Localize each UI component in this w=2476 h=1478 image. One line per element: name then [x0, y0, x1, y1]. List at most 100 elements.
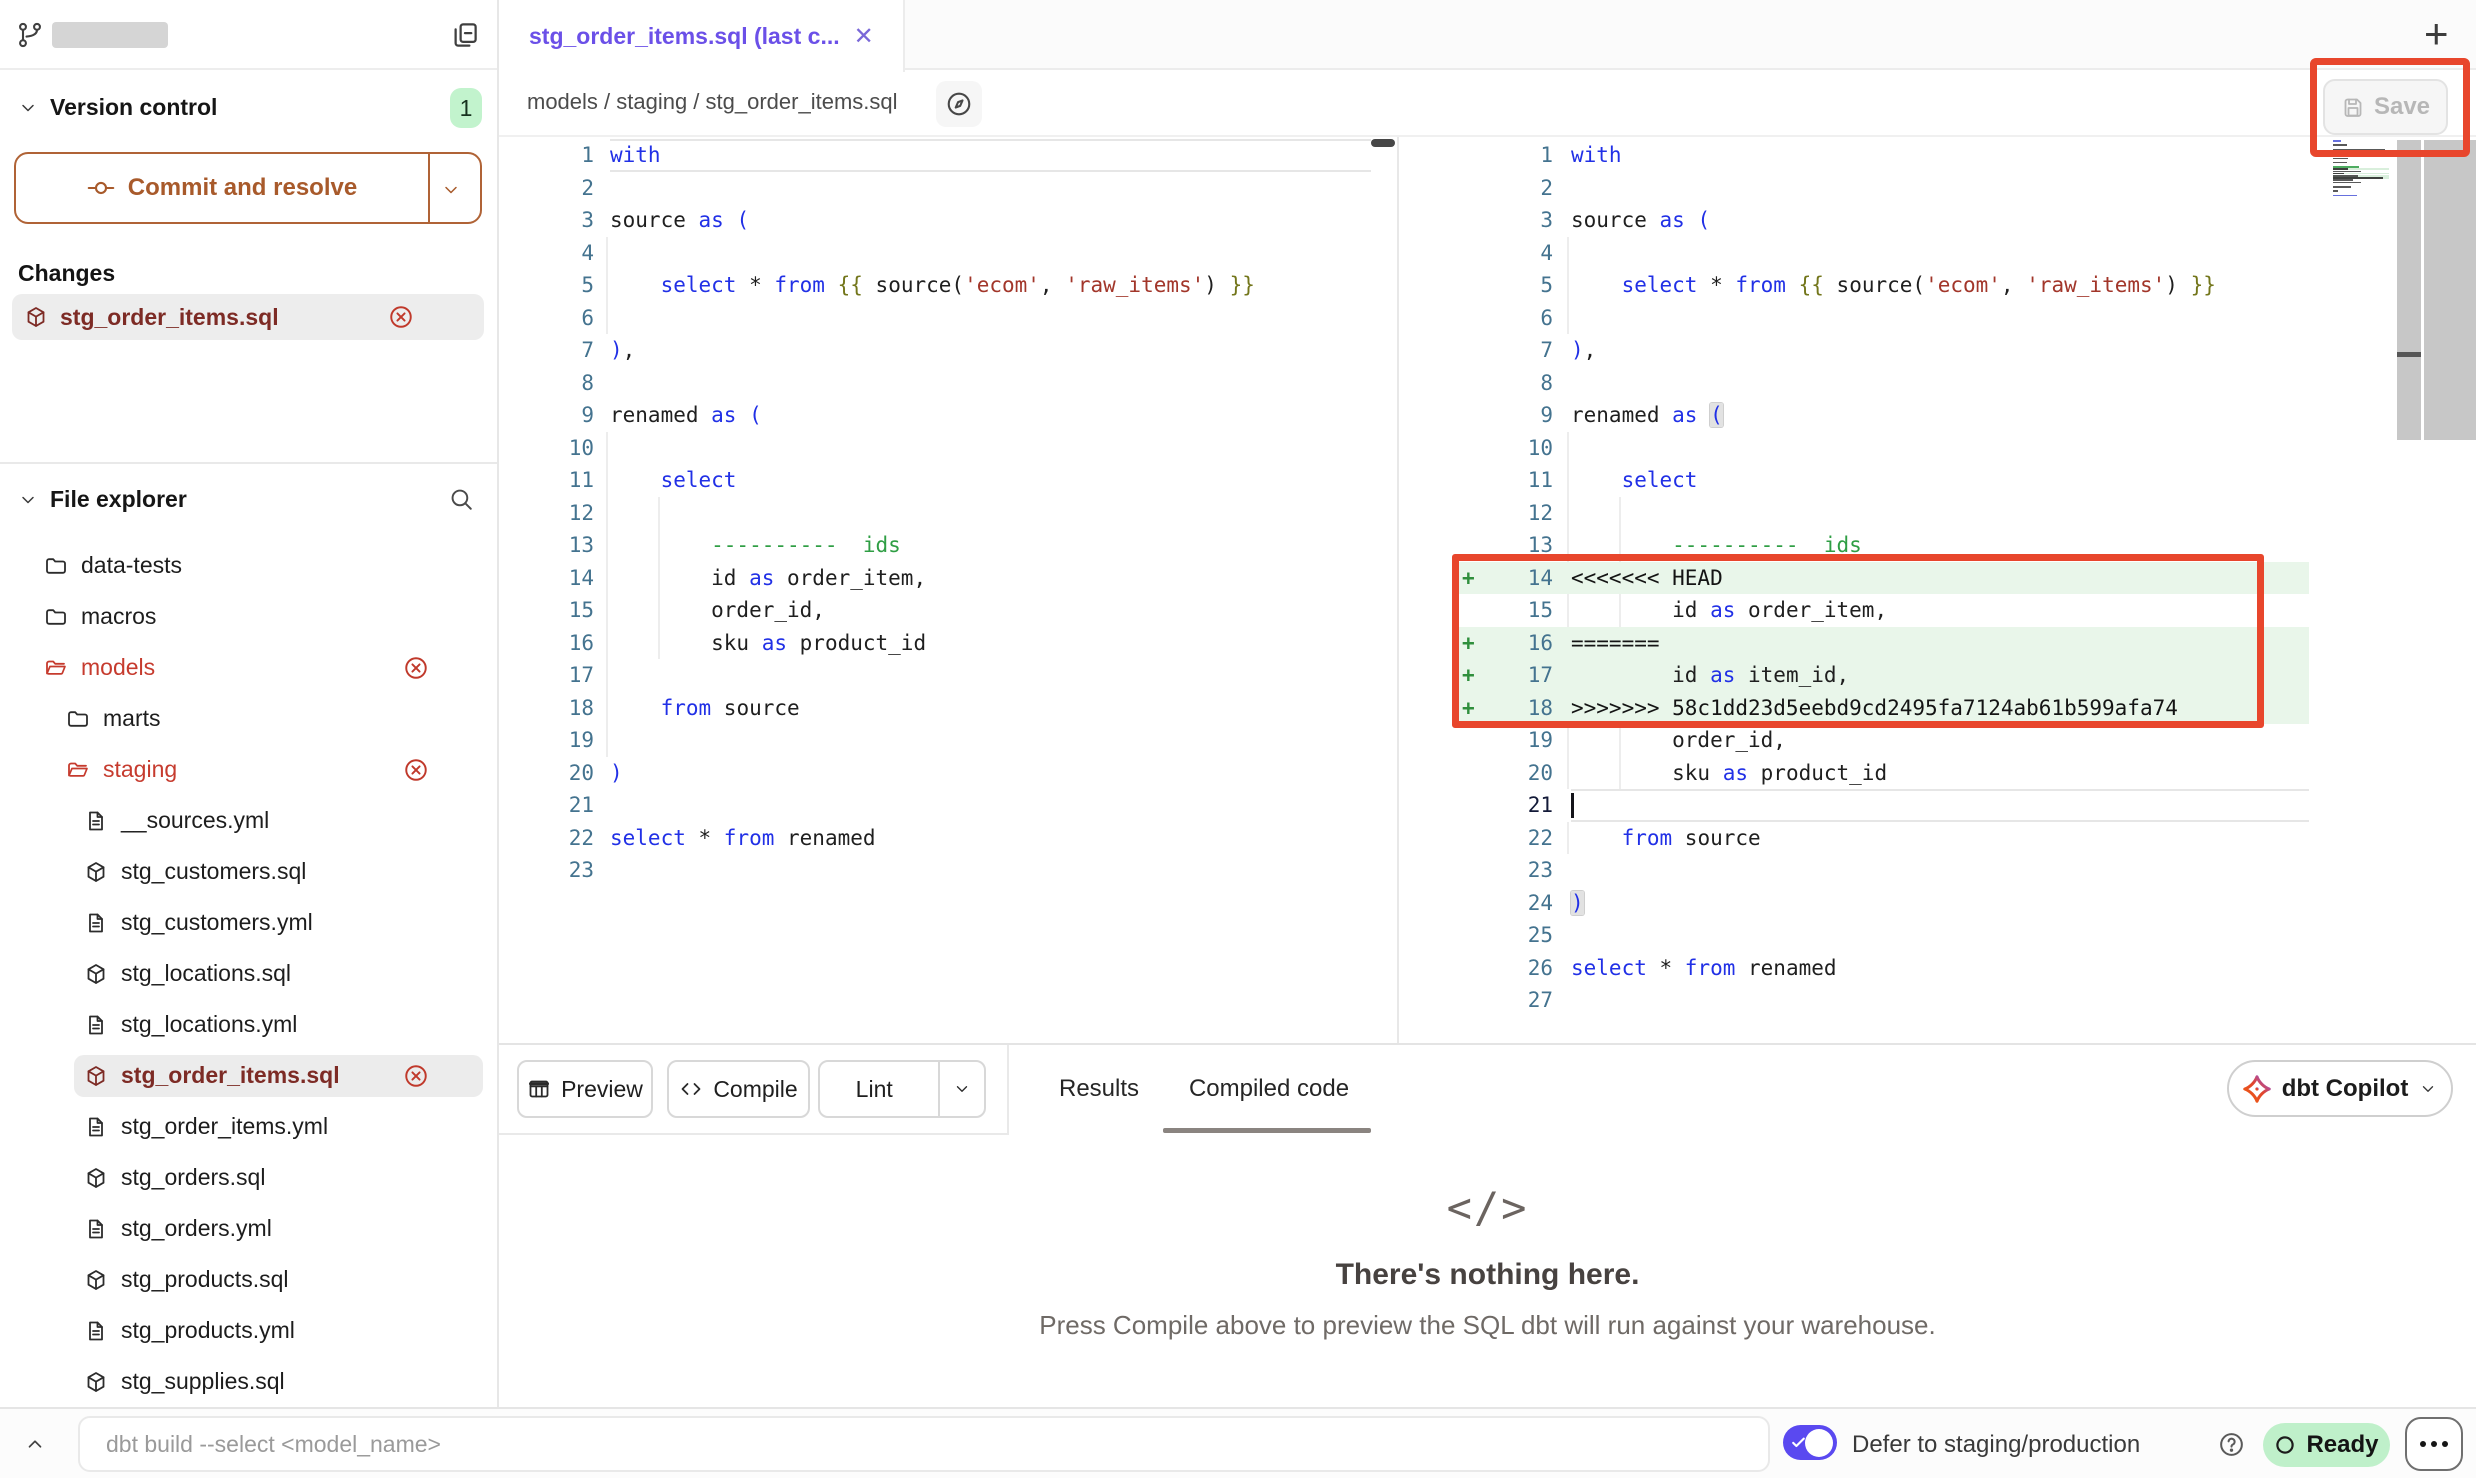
- code-text[interactable]: [610, 302, 1371, 335]
- code-text[interactable]: renamed as (: [1571, 399, 2309, 432]
- code-text[interactable]: sku as product_id: [610, 627, 1371, 660]
- defer-toggle[interactable]: [1783, 1425, 1837, 1460]
- preview-button[interactable]: Preview: [517, 1060, 653, 1118]
- help-icon[interactable]: [2218, 1431, 2245, 1458]
- command-input[interactable]: [78, 1416, 1770, 1472]
- code-line-4[interactable]: 4: [499, 237, 1371, 270]
- code-line-15[interactable]: 15 id as order_item,: [1455, 594, 2309, 627]
- editor-pane-last-commit[interactable]: 1with23source as (45 select * from {{ so…: [499, 139, 1371, 887]
- code-line-20[interactable]: 20): [499, 757, 1371, 790]
- code-text[interactable]: [1571, 854, 2309, 887]
- code-text[interactable]: ): [1571, 887, 2309, 920]
- code-line-19[interactable]: 19: [499, 724, 1371, 757]
- file-item-stg-orders-sql[interactable]: stg_orders.sql: [0, 1152, 497, 1203]
- code-line-4[interactable]: 4: [1455, 237, 2309, 270]
- lint-dropdown-chevron-icon[interactable]: [938, 1062, 984, 1116]
- lint-label[interactable]: Lint: [820, 1076, 928, 1103]
- file-item-stg-customers-yml[interactable]: stg_customers.yml: [0, 897, 497, 948]
- code-text[interactable]: from source: [1571, 822, 2309, 855]
- code-text[interactable]: select * from renamed: [1571, 952, 2309, 985]
- code-line-17[interactable]: +17 id as item_id,: [1455, 659, 2309, 692]
- tab-compiled-code[interactable]: Compiled code: [1179, 1045, 1359, 1133]
- code-line-27[interactable]: 27: [1455, 984, 2309, 1017]
- editor-pane-current[interactable]: 1with 23 source as (45 select * from {{ so…: [1455, 139, 2309, 1017]
- code-line-6[interactable]: 6: [1455, 302, 2309, 335]
- code-text[interactable]: from source: [610, 692, 1371, 725]
- more-options-button[interactable]: [2405, 1417, 2463, 1471]
- code-text[interactable]: =======: [1571, 627, 2309, 660]
- commit-dropdown-chevron-icon[interactable]: [441, 180, 461, 200]
- close-tab-icon[interactable]: ✕: [854, 22, 874, 51]
- code-line-20[interactable]: 20 sku as product_id: [1455, 757, 2309, 790]
- code-line-23[interactable]: 23: [1455, 854, 2309, 887]
- code-line-16[interactable]: +16=======: [1455, 627, 2309, 660]
- code-line-9[interactable]: 9renamed as (: [1455, 399, 2309, 432]
- code-line-22[interactable]: 22select * from renamed: [499, 822, 1371, 855]
- code-line-11[interactable]: 11 select: [499, 464, 1371, 497]
- discard-change-icon[interactable]: [403, 757, 429, 783]
- code-line-13[interactable]: 13 ---------- ids: [1455, 529, 2309, 562]
- code-line-12[interactable]: 12: [499, 497, 1371, 530]
- code-line-18[interactable]: +18>>>>>>> 58c1dd23d5eebd9cd2495fa7124ab…: [1455, 692, 2309, 725]
- code-line-5[interactable]: 5 select * from {{ source('ecom', 'raw_i…: [1455, 269, 2309, 302]
- code-line-7[interactable]: 7),: [499, 334, 1371, 367]
- code-line-8[interactable]: 8: [499, 367, 1371, 400]
- file-item-marts[interactable]: marts: [0, 693, 497, 744]
- code-line-9[interactable]: 9renamed as (: [499, 399, 1371, 432]
- code-text[interactable]: [1571, 237, 2309, 270]
- code-text[interactable]: [1571, 497, 2309, 530]
- code-text[interactable]: [1571, 919, 2309, 952]
- code-text[interactable]: [1571, 367, 2309, 400]
- file-explorer-header[interactable]: File explorer: [0, 478, 497, 522]
- code-line-10[interactable]: 10: [1455, 432, 2309, 465]
- code-text[interactable]: id as order_item,: [1571, 594, 2309, 627]
- code-text[interactable]: select * from renamed: [610, 822, 1371, 855]
- code-line-1[interactable]: 1with: [1455, 139, 2309, 172]
- lineage-compass-icon[interactable]: [936, 81, 982, 127]
- code-text[interactable]: source as (: [610, 204, 1371, 237]
- code-line-8[interactable]: 8: [1455, 367, 2309, 400]
- code-text[interactable]: [1571, 789, 2309, 822]
- code-text[interactable]: order_id,: [610, 594, 1371, 627]
- code-line-18[interactable]: 18 from source: [499, 692, 1371, 725]
- code-text[interactable]: >>>>>>> 58c1dd23d5eebd9cd2495fa7124ab61b…: [1571, 692, 2309, 725]
- code-line-15[interactable]: 15 order_id,: [499, 594, 1371, 627]
- compile-button[interactable]: Compile: [667, 1060, 810, 1118]
- code-line-24[interactable]: 24): [1455, 887, 2309, 920]
- discard-change-icon[interactable]: [388, 304, 414, 330]
- code-text[interactable]: [610, 367, 1371, 400]
- diff-editor[interactable]: 1with23source as (45 select * from {{ so…: [499, 137, 2476, 1043]
- file-item-macros[interactable]: macros: [0, 591, 497, 642]
- file-item-models[interactable]: models: [0, 642, 497, 693]
- code-text[interactable]: [1571, 302, 2309, 335]
- code-text[interactable]: select: [1571, 464, 2309, 497]
- code-text[interactable]: [1571, 984, 2309, 1017]
- code-line-13[interactable]: 13 ---------- ids: [499, 529, 1371, 562]
- code-line-23[interactable]: 23: [499, 854, 1371, 887]
- code-line-5[interactable]: 5 select * from {{ source('ecom', 'raw_i…: [499, 269, 1371, 302]
- left-pane-scrollbar-thumb[interactable]: [1371, 139, 1395, 147]
- file-item-stg-customers-sql[interactable]: stg_customers.sql: [0, 846, 497, 897]
- file-item-data-tests[interactable]: data-tests: [0, 540, 497, 591]
- code-line-3[interactable]: 3source as (: [499, 204, 1371, 237]
- code-text[interactable]: with: [1571, 139, 2309, 172]
- minimap-slider[interactable]: [2397, 140, 2421, 440]
- code-line-2[interactable]: 2: [499, 172, 1371, 205]
- commit-and-resolve-button[interactable]: Commit and resolve: [14, 152, 482, 224]
- expand-command-bar-icon[interactable]: [24, 1433, 46, 1455]
- code-text[interactable]: id as order_item,: [610, 562, 1371, 595]
- code-text[interactable]: ---------- ids: [1571, 529, 2309, 562]
- code-line-22[interactable]: 22 from source: [1455, 822, 2309, 855]
- code-text[interactable]: source as (: [1571, 204, 2309, 237]
- copy-files-icon[interactable]: [450, 20, 480, 50]
- code-text[interactable]: [610, 237, 1371, 270]
- file-item-stg-products-sql[interactable]: stg_products.sql: [0, 1254, 497, 1305]
- code-line-19[interactable]: 19 order_id,: [1455, 724, 2309, 757]
- code-text[interactable]: select * from {{ source('ecom', 'raw_ite…: [610, 269, 1371, 302]
- code-text[interactable]: [610, 724, 1371, 757]
- code-line-7[interactable]: 7),: [1455, 334, 2309, 367]
- dbt-copilot-button[interactable]: dbt Copilot: [2227, 1060, 2453, 1117]
- code-text[interactable]: select: [610, 464, 1371, 497]
- code-line-2[interactable]: 2: [1455, 172, 2309, 205]
- code-text[interactable]: [610, 497, 1371, 530]
